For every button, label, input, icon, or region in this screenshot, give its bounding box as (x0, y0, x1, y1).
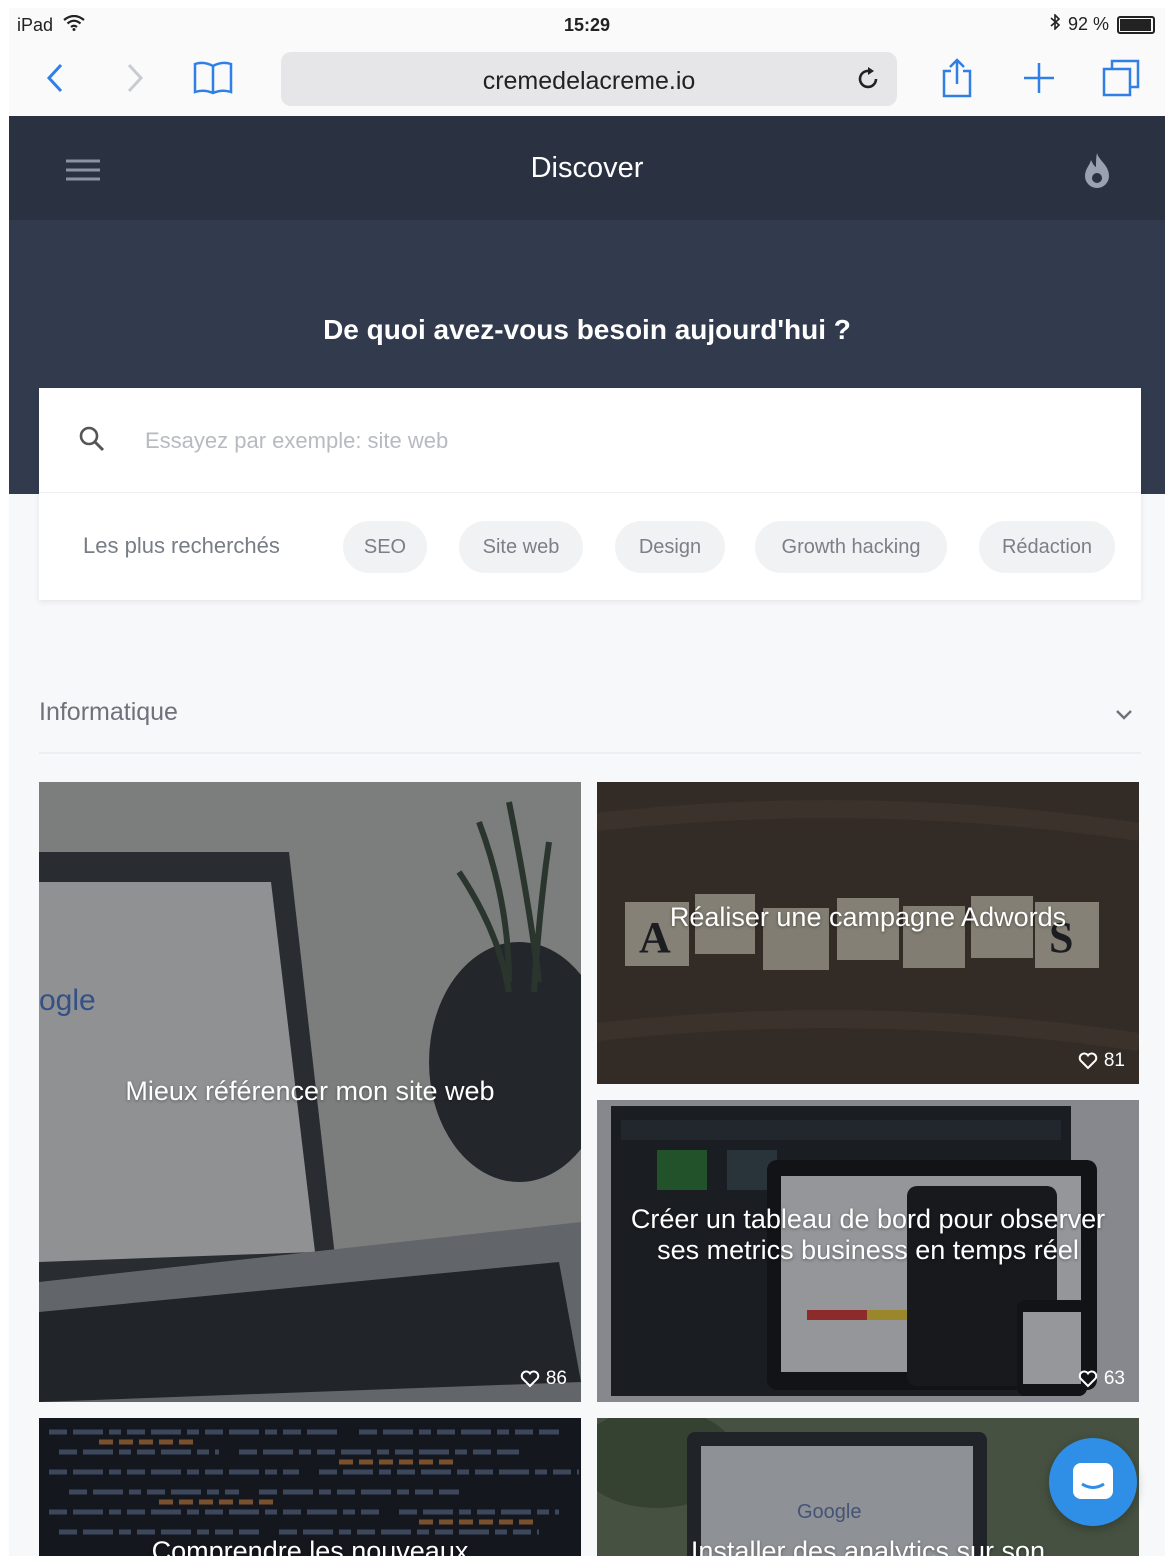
likes-count: 81 (1103, 1050, 1125, 1071)
status-right: 92 % (1050, 13, 1155, 35)
battery-fill (1120, 18, 1152, 31)
service-card[interactable]: ogle Mieux référencer mon site web 86 (39, 782, 581, 1402)
service-card[interactable]: A S Réaliser une campagne Adwords 81 (597, 782, 1139, 1084)
share-icon[interactable] (935, 56, 979, 100)
screen: iPad 15:29 92 % cremedelacreme.io Discov… (9, 8, 1165, 1556)
card-likes: 63 (1078, 1368, 1125, 1390)
book-icon[interactable] (191, 56, 235, 100)
tabs-icon[interactable] (1099, 56, 1143, 100)
popular-searches-label: Les plus recherchés (83, 533, 280, 558)
card-title: Mieux référencer mon site web (125, 1076, 495, 1106)
search-icon (75, 422, 109, 456)
status-bar: iPad 15:29 92 % (9, 8, 1165, 42)
likes-count: 63 (1103, 1368, 1125, 1389)
chat-button[interactable] (1049, 1438, 1137, 1526)
status-time: 15:29 (563, 15, 611, 35)
hero-heading: De quoi avez-vous besoin aujourd'hui ? (323, 314, 851, 345)
card-overlay (597, 782, 1139, 1084)
search-row (39, 388, 1141, 493)
chip-seo[interactable]: SEO (343, 521, 427, 573)
card-title: Créer un tableau de bord pour observer s… (630, 1204, 1106, 1265)
card-title: Comprendre les nouveaux (151, 1536, 469, 1556)
likes-count: 86 (545, 1368, 567, 1389)
search-input[interactable] (143, 420, 1047, 462)
chevron-left-icon[interactable] (33, 56, 77, 100)
page-title: Discover (530, 152, 644, 184)
chip-site-web[interactable]: Site web (459, 521, 583, 573)
heart-icon (1078, 1052, 1098, 1070)
heart-icon (1078, 1370, 1098, 1388)
address-bar[interactable]: cremedelacreme.io (281, 52, 897, 106)
battery-icon (1117, 15, 1155, 34)
url-text: cremedelacreme.io (482, 67, 696, 95)
reload-icon[interactable] (849, 60, 887, 98)
service-card[interactable]: Créer un tableau de bord pour observer s… (597, 1100, 1139, 1402)
chevron-down-icon[interactable] (1109, 700, 1139, 730)
plus-icon[interactable] (1017, 56, 1061, 100)
browser-toolbar: cremedelacreme.io (9, 42, 1165, 117)
category-title: Informatique (39, 698, 178, 726)
app-header: Discover (9, 116, 1165, 220)
battery-percent: 92 % (1067, 14, 1109, 34)
section-divider (39, 752, 1141, 754)
chevron-right-icon[interactable] (113, 56, 157, 100)
service-card[interactable]: Comprendre les nouveaux (39, 1418, 581, 1556)
flame-icon[interactable] (1075, 148, 1119, 192)
card-title: Réaliser une campagne Adwords (669, 902, 1067, 932)
chip-growth-hacking[interactable]: Growth hacking (755, 521, 947, 573)
card-likes: 86 (520, 1368, 567, 1390)
card-likes: 81 (1078, 1050, 1125, 1072)
card-title: Installer des analytics sur son (690, 1536, 1046, 1556)
search-card: Les plus recherchés SEO Site web Design … (39, 388, 1141, 600)
chip-redaction[interactable]: Rédaction (979, 521, 1115, 573)
chip-design[interactable]: Design (615, 521, 725, 573)
bluetooth-icon (1050, 13, 1061, 35)
heart-icon (520, 1370, 540, 1388)
chat-icon (1073, 1463, 1113, 1499)
